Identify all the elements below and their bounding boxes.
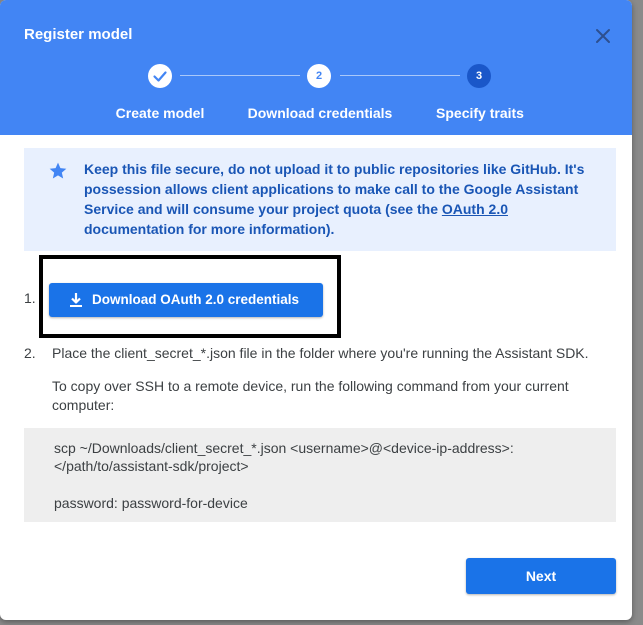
info-text-part-2: documentation for more information). bbox=[84, 221, 335, 237]
stepper-connector bbox=[180, 75, 300, 76]
step-2-label: Download credentials bbox=[247, 105, 393, 121]
step-number-1: 1. bbox=[24, 290, 36, 306]
step-2-indicator: 2 bbox=[307, 64, 331, 88]
code-line-2: </path/to/assistant-sdk/project> bbox=[54, 458, 249, 474]
step-1-indicator bbox=[148, 64, 172, 88]
security-info-text: Keep this file secure, do not upload it … bbox=[84, 159, 594, 239]
place-file-instruction: Place the client_secret_*.json file in t… bbox=[52, 345, 589, 361]
register-model-dialog: Register model 2 3 Create model Download… bbox=[0, 0, 632, 620]
step-3-label: Specify traits bbox=[436, 105, 524, 121]
stepper-connector bbox=[340, 75, 460, 76]
check-icon bbox=[153, 71, 167, 82]
info-text-part-1: Keep this file secure, do not upload it … bbox=[84, 161, 585, 217]
download-icon bbox=[70, 293, 82, 307]
star-icon bbox=[48, 161, 68, 181]
next-button[interactable]: Next bbox=[466, 558, 616, 594]
step-1-label: Create model bbox=[115, 105, 205, 121]
security-info-box: Keep this file secure, do not upload it … bbox=[24, 148, 616, 251]
step-number-2: 2. bbox=[24, 345, 36, 361]
download-credentials-button[interactable]: Download OAuth 2.0 credentials bbox=[49, 283, 323, 317]
command-code-block: scp ~/Downloads/client_secret_*.json <us… bbox=[24, 428, 616, 522]
oauth-documentation-link[interactable]: OAuth 2.0 bbox=[442, 201, 508, 217]
dialog-header: Register model 2 3 Create model Download… bbox=[0, 0, 632, 135]
code-line-password: password: password-for-device bbox=[54, 495, 248, 511]
code-line-1: scp ~/Downloads/client_secret_*.json <us… bbox=[54, 440, 514, 456]
dialog-title: Register model bbox=[24, 26, 133, 43]
download-button-label: Download OAuth 2.0 credentials bbox=[92, 292, 300, 307]
step-3-indicator: 3 bbox=[467, 64, 491, 88]
close-icon[interactable] bbox=[592, 25, 614, 47]
ssh-instruction: To copy over SSH to a remote device, run… bbox=[52, 378, 569, 413]
